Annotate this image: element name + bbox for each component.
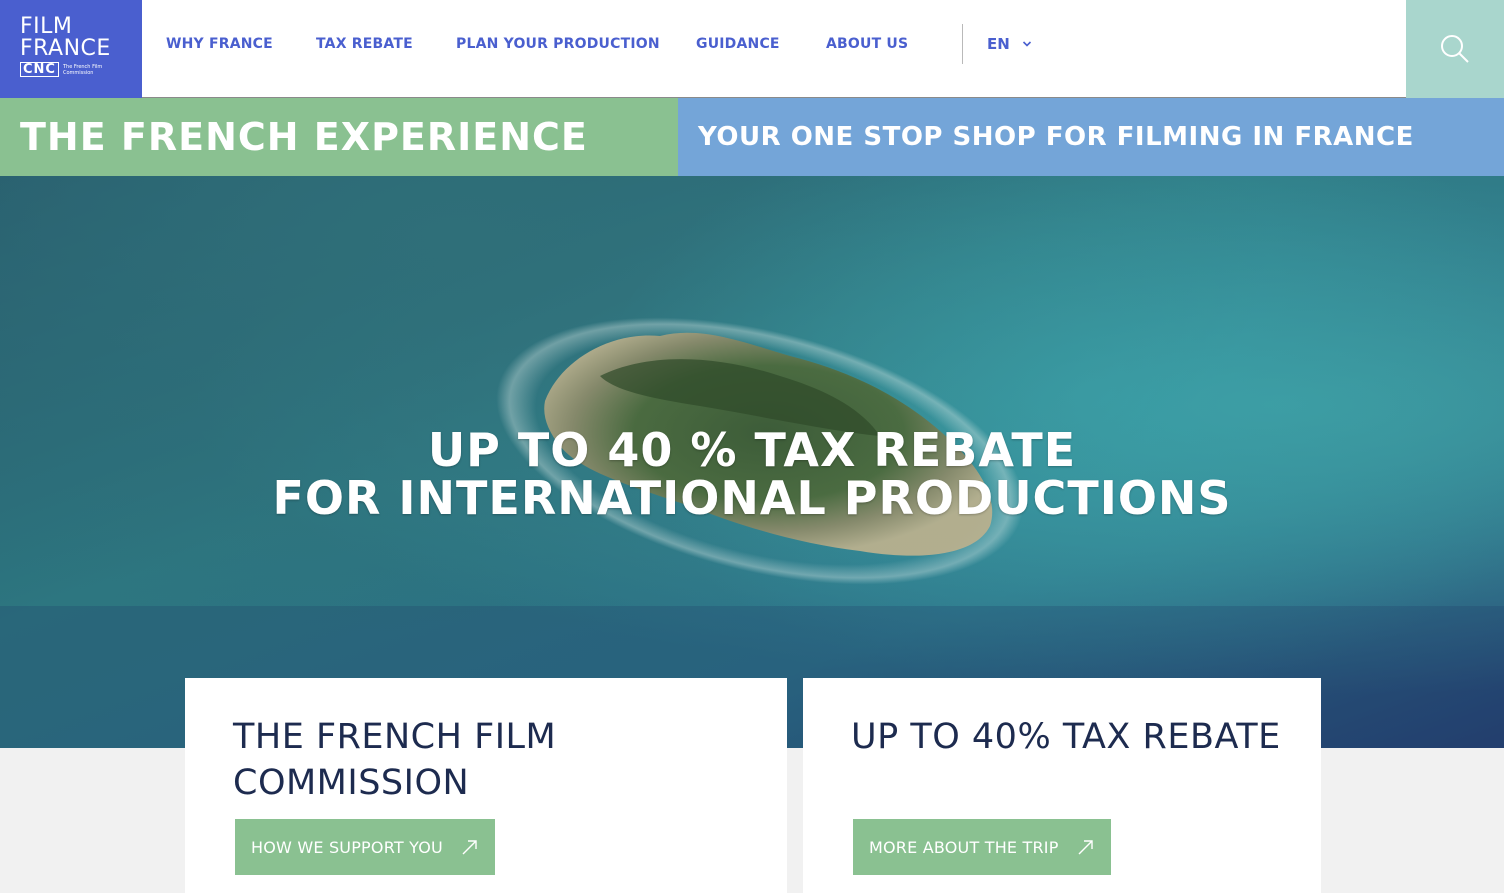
banner-right-text: YOUR ONE STOP SHOP FOR FILMING IN FRANCE — [698, 122, 1414, 152]
logo-line1: FILM — [20, 14, 73, 39]
nav-item-why-france[interactable]: WHY FRANCE — [166, 36, 273, 52]
hero-line1: UP TO 40 % TAX REBATE — [427, 423, 1077, 477]
site-header: FILM FRANCE CNC The French Film Commissi… — [0, 0, 1504, 98]
hero-line2: FOR INTERNATIONAL PRODUCTIONS — [272, 471, 1232, 525]
card-title-line2: COMMISSION — [233, 763, 470, 803]
logo-brand-row: CNC The French Film Commission — [20, 62, 142, 77]
arrow-up-right-icon — [462, 840, 477, 855]
search-icon — [1441, 35, 1469, 63]
how-we-support-you-button[interactable]: HOW WE SUPPORT YOU — [235, 819, 495, 875]
nav-item-plan-your-production[interactable]: PLAN YOUR PRODUCTION — [456, 36, 660, 52]
card-tax-rebate: UP TO 40% TAX REBATE MORE ABOUT THE TRIP — [803, 678, 1321, 893]
film-france-logo[interactable]: FILM FRANCE CNC The French Film Commissi… — [0, 0, 142, 98]
logo-subtitle: The French Film Commission — [62, 63, 103, 76]
chevron-down-icon — [1022, 41, 1031, 47]
banner-left-text: THE FRENCH EXPERIENCE — [20, 115, 588, 159]
nav-divider — [962, 24, 963, 64]
nav-item-tax-rebate[interactable]: TAX REBATE — [316, 36, 413, 52]
logo-cnc: CNC — [20, 62, 59, 77]
arrow-up-right-icon — [1078, 840, 1093, 855]
banner-french-experience: THE FRENCH EXPERIENCE — [0, 98, 678, 176]
card-title-line1: UP TO 40% TAX REBATE — [851, 717, 1281, 757]
cta-label: MORE ABOUT THE TRIP — [869, 837, 1059, 857]
nav-item-about-us[interactable]: ABOUT US — [826, 36, 908, 52]
banner-one-stop-shop: YOUR ONE STOP SHOP FOR FILMING IN FRANCE — [678, 98, 1504, 176]
language-label: EN — [987, 35, 1010, 53]
logo-line2: FRANCE — [20, 36, 111, 61]
search-button[interactable] — [1406, 0, 1504, 98]
cta-label: HOW WE SUPPORT YOU — [251, 837, 443, 857]
card-title: THE FRENCH FILM COMMISSION — [233, 714, 556, 806]
language-selector[interactable]: EN — [987, 35, 1032, 53]
more-about-the-trip-button[interactable]: MORE ABOUT THE TRIP — [853, 819, 1111, 875]
card-title-line1: THE FRENCH FILM — [233, 717, 557, 757]
hero-headline: UP TO 40 % TAX REBATE FOR INTERNATIONAL … — [0, 426, 1504, 522]
card-french-film-commission: THE FRENCH FILM COMMISSION HOW WE SUPPOR… — [185, 678, 787, 893]
hero-section: UP TO 40 % TAX REBATE FOR INTERNATIONAL … — [0, 176, 1504, 748]
nav-item-guidance[interactable]: GUIDANCE — [696, 36, 780, 52]
card-title: UP TO 40% TAX REBATE — [851, 714, 1281, 760]
